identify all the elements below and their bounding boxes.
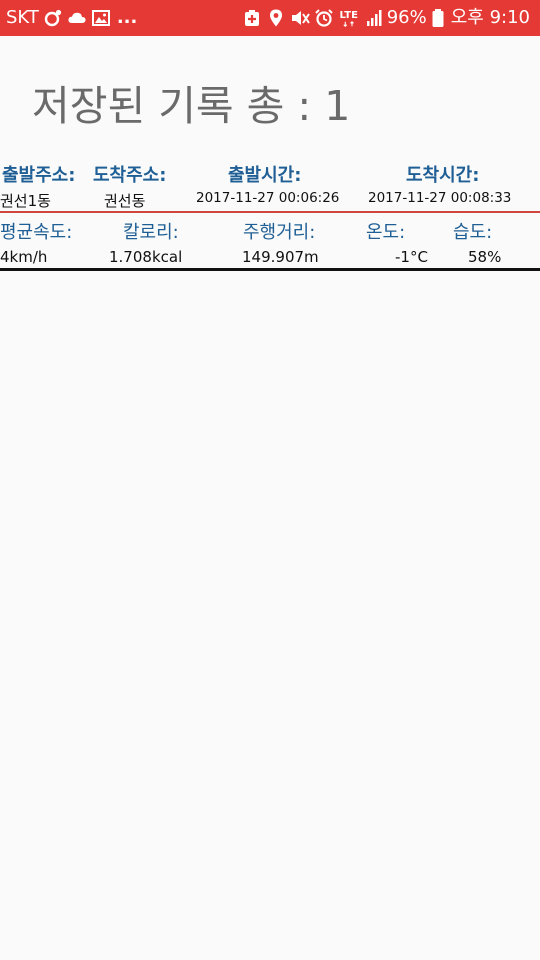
cloud-icon [67,8,87,28]
avg-speed-header: 평균속도: [0,222,73,243]
page-title: 저장된 기록 총 : 1 [32,82,351,130]
temperature-value: -1°C [395,248,428,266]
temperature-header: 온도: [366,222,406,243]
end-address-value: 권선동 [104,192,146,210]
start-address-value: 권선1동 [0,192,51,210]
distance-value: 149.907m [242,248,319,266]
status-bar-left: SKT ... [6,0,137,36]
mute-icon [290,8,310,28]
humidity-header: 습도: [453,222,493,243]
signal-icon [364,8,384,28]
battery-percent: 96% [386,7,427,28]
start-time-value: 2017-11-27 00:06:26 [196,190,340,206]
start-time-header: 출발시간: [228,165,302,186]
start-address-header: 출발주소: [2,165,76,186]
end-time-value: 2017-11-27 00:08:33 [368,190,512,206]
battery-icon [431,8,445,28]
alarm-icon [314,8,334,28]
network-type-label: LTE [339,9,358,21]
end-address-header: 도착주소: [93,165,167,186]
humidity-value: 58% [468,248,502,266]
location-icon [266,8,286,28]
record-bottom-divider [0,268,540,271]
sync-icon [43,8,63,28]
status-bar: SKT ... LTE 96% 오후 9:10 [0,0,540,36]
record-divider [0,211,540,213]
battery-saver-icon [242,8,262,28]
more-notifications: ... [116,7,138,28]
carrier-label: SKT [6,7,39,28]
clock: 오후 9:10 [450,7,530,28]
avg-speed-value: 4km/h [0,248,48,266]
calories-header: 칼로리: [123,222,179,243]
distance-header: 주행거리: [243,222,316,243]
calories-value: 1.708kcal [109,248,183,266]
lte-icon: LTE [338,8,360,28]
end-time-header: 도착시간: [406,165,480,186]
image-icon [91,8,111,28]
status-bar-right: LTE 96% 오후 9:10 [238,0,530,36]
